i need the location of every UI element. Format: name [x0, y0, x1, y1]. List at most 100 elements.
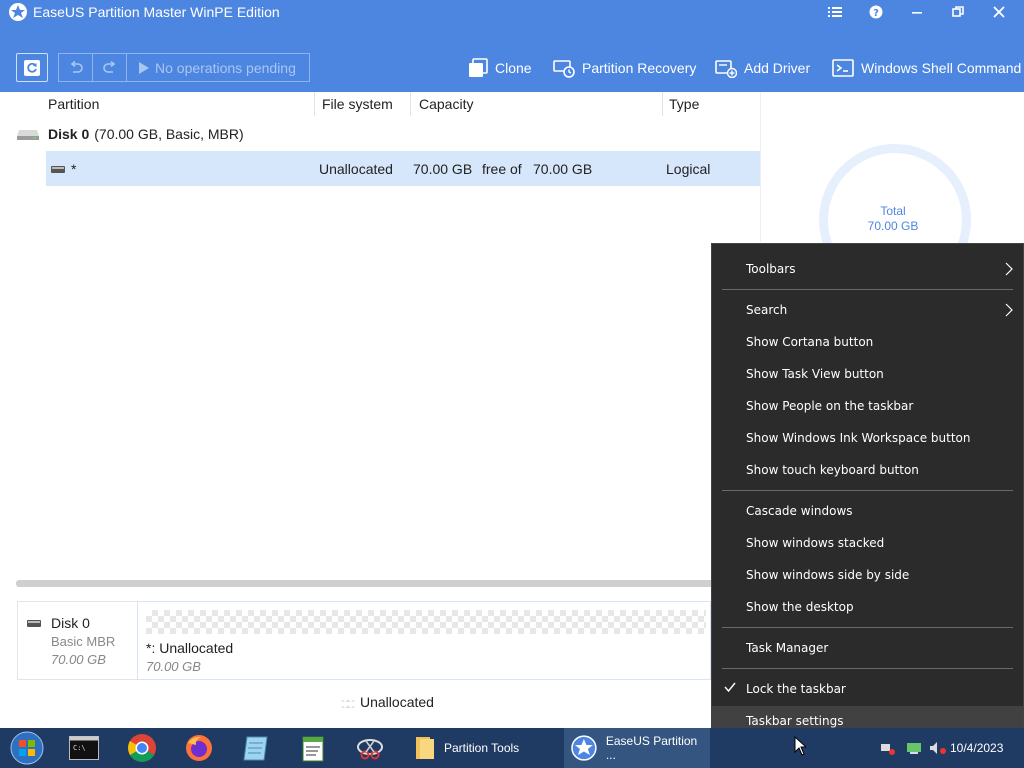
easeus-logo-icon: [571, 735, 597, 761]
menu-item-lock-taskbar[interactable]: Lock the taskbar: [712, 674, 1023, 704]
undo-icon: [70, 60, 83, 73]
tray-network[interactable]: [878, 728, 898, 768]
add-driver-button[interactable]: Add Driver: [715, 56, 810, 80]
svg-text:?: ?: [873, 8, 879, 19]
menu-icon[interactable]: [815, 0, 855, 24]
close-icon[interactable]: [979, 0, 1019, 24]
disk-map-disk-card[interactable]: Disk 0 Basic MBR 70.00 GB: [17, 601, 138, 680]
clone-button[interactable]: Clone: [468, 56, 532, 80]
monitor-icon: [907, 743, 921, 754]
menu-item-show-touch-keyboard[interactable]: Show touch keyboard button: [712, 455, 1023, 485]
menu-item-label: Show People on the taskbar: [746, 399, 914, 413]
checkmark-icon: [724, 682, 736, 693]
menu-separator: [722, 289, 1013, 290]
help-icon[interactable]: ?: [856, 0, 896, 24]
taskbar-easeus[interactable]: EaseUS Partition ...: [564, 728, 710, 768]
menu-item-label: Show windows stacked: [746, 536, 885, 550]
menu-item-label: Show touch keyboard button: [746, 463, 919, 477]
play-icon: [139, 61, 149, 74]
column-header-file-system[interactable]: File system: [322, 92, 393, 116]
menu-item-search[interactable]: Search: [712, 295, 1023, 325]
start-button[interactable]: [0, 728, 54, 768]
menu-item-label: Show Windows Ink Workspace button: [746, 431, 971, 445]
menu-item-show-windows-side-by-side[interactable]: Show windows side by side: [712, 560, 1023, 590]
partition-recovery-button[interactable]: Partition Recovery: [553, 56, 696, 80]
apply-operations-button[interactable]: No operations pending: [127, 54, 296, 81]
tray-volume[interactable]: [928, 728, 948, 768]
taskbar-editor[interactable]: [289, 728, 337, 768]
notepad-icon: [243, 736, 268, 761]
column-header-partition[interactable]: Partition: [48, 92, 99, 116]
undo-button[interactable]: [59, 54, 93, 81]
restore-icon[interactable]: [938, 0, 978, 24]
table-row[interactable]: * Unallocated 70.00 GB free of 70.00 GB …: [46, 151, 760, 186]
partition-table: Partition File system Capacity Type Disk…: [0, 92, 760, 582]
total-value: 70.00 GB: [867, 219, 919, 233]
horizontal-scrollbar[interactable]: [16, 580, 716, 587]
disk-map-disk-name: Disk 0: [51, 615, 90, 631]
file-system-value: Unallocated: [319, 160, 393, 177]
taskbar-snipping-tool[interactable]: [346, 728, 394, 768]
menu-item-show-windows-stacked[interactable]: Show windows stacked: [712, 528, 1023, 558]
refresh-icon: [24, 59, 40, 76]
folder-icon: [416, 737, 434, 759]
column-header-capacity[interactable]: Capacity: [419, 92, 473, 116]
unallocated-pattern: [146, 610, 706, 634]
menu-item-show-task-view-button[interactable]: Show Task View button: [712, 359, 1023, 389]
disk-row[interactable]: Disk 0 (70.00 GB, Basic, MBR): [0, 122, 244, 146]
taskbar-date[interactable]: 10/4/2023: [950, 728, 1003, 768]
menu-item-show-people[interactable]: Show People on the taskbar: [712, 391, 1023, 421]
capacity-free-of: free of: [482, 160, 522, 177]
firefox-icon: [186, 735, 212, 761]
taskbar-chrome[interactable]: [118, 728, 166, 768]
window-title: EaseUS Partition Master WinPE Edition: [33, 4, 280, 20]
menu-item-task-manager[interactable]: Task Manager: [712, 633, 1023, 663]
windows-shell-command-button[interactable]: Windows Shell Command: [832, 56, 1021, 80]
menu-item-toolbars[interactable]: Toolbars: [712, 254, 1023, 284]
taskbar-firefox[interactable]: [175, 728, 223, 768]
menu-item-show-ink-workspace[interactable]: Show Windows Ink Workspace button: [712, 423, 1023, 453]
menu-item-label: Show Task View button: [746, 367, 884, 381]
column-header-type[interactable]: Type: [669, 92, 699, 116]
taskbar-notepad[interactable]: [232, 728, 280, 768]
partition-recovery-label: Partition Recovery: [582, 60, 697, 76]
menu-separator: [722, 490, 1013, 491]
disk-map-disk-type: Basic MBR: [51, 634, 116, 649]
menu-item-label: Show windows side by side: [746, 568, 910, 582]
disk-icon: [17, 130, 39, 140]
partition-recovery-icon: [553, 60, 575, 78]
menu-item-label: Taskbar settings: [746, 714, 844, 728]
column-divider[interactable]: [410, 92, 411, 116]
taskbar-easeus-label: EaseUS Partition ...: [605, 734, 698, 762]
partition-icon: [51, 166, 65, 173]
taskbar-context-menu: Toolbars Search Show Cortana button Show…: [711, 243, 1024, 744]
total-label: Total: [880, 204, 906, 218]
menu-item-label: Show Cortana button: [746, 335, 874, 349]
disk-summary-panel: Total 70.00 GB: [760, 92, 1024, 296]
menu-item-label: Task Manager: [746, 641, 829, 655]
command-prompt-icon: C:\: [69, 736, 99, 760]
shell-command-label: Windows Shell Command: [861, 60, 1022, 76]
menu-item-show-cortana-button[interactable]: Show Cortana button: [712, 327, 1023, 357]
minimize-icon[interactable]: [897, 0, 937, 24]
refresh-button[interactable]: [16, 53, 48, 82]
tray-status[interactable]: [904, 728, 924, 768]
taskbar-cmd[interactable]: C:\: [60, 728, 108, 768]
chevron-right-icon: [1005, 262, 1013, 276]
svg-text:C:\: C:\: [73, 744, 86, 752]
add-driver-label: Add Driver: [744, 60, 811, 76]
column-divider[interactable]: [662, 92, 663, 116]
taskbar-partition-tools[interactable]: Partition Tools: [406, 728, 561, 768]
redo-button[interactable]: [93, 54, 127, 81]
taskbar-partition-tools-label: Partition Tools: [444, 741, 520, 755]
menu-item-cascade-windows[interactable]: Cascade windows: [712, 496, 1023, 526]
menu-item-show-desktop[interactable]: Show the desktop: [712, 592, 1023, 622]
menu-item-label: Search: [746, 303, 788, 317]
disk-map-disk-size: 70.00 GB: [51, 652, 106, 667]
column-divider[interactable]: [314, 92, 315, 116]
disk-icon: [27, 620, 41, 627]
disk-map-legend: Unallocated: [342, 694, 434, 710]
operations-group: No operations pending: [58, 53, 310, 82]
disk-map-partition-block[interactable]: *: Unallocated 70.00 GB: [137, 601, 711, 680]
menu-separator: [722, 627, 1013, 628]
